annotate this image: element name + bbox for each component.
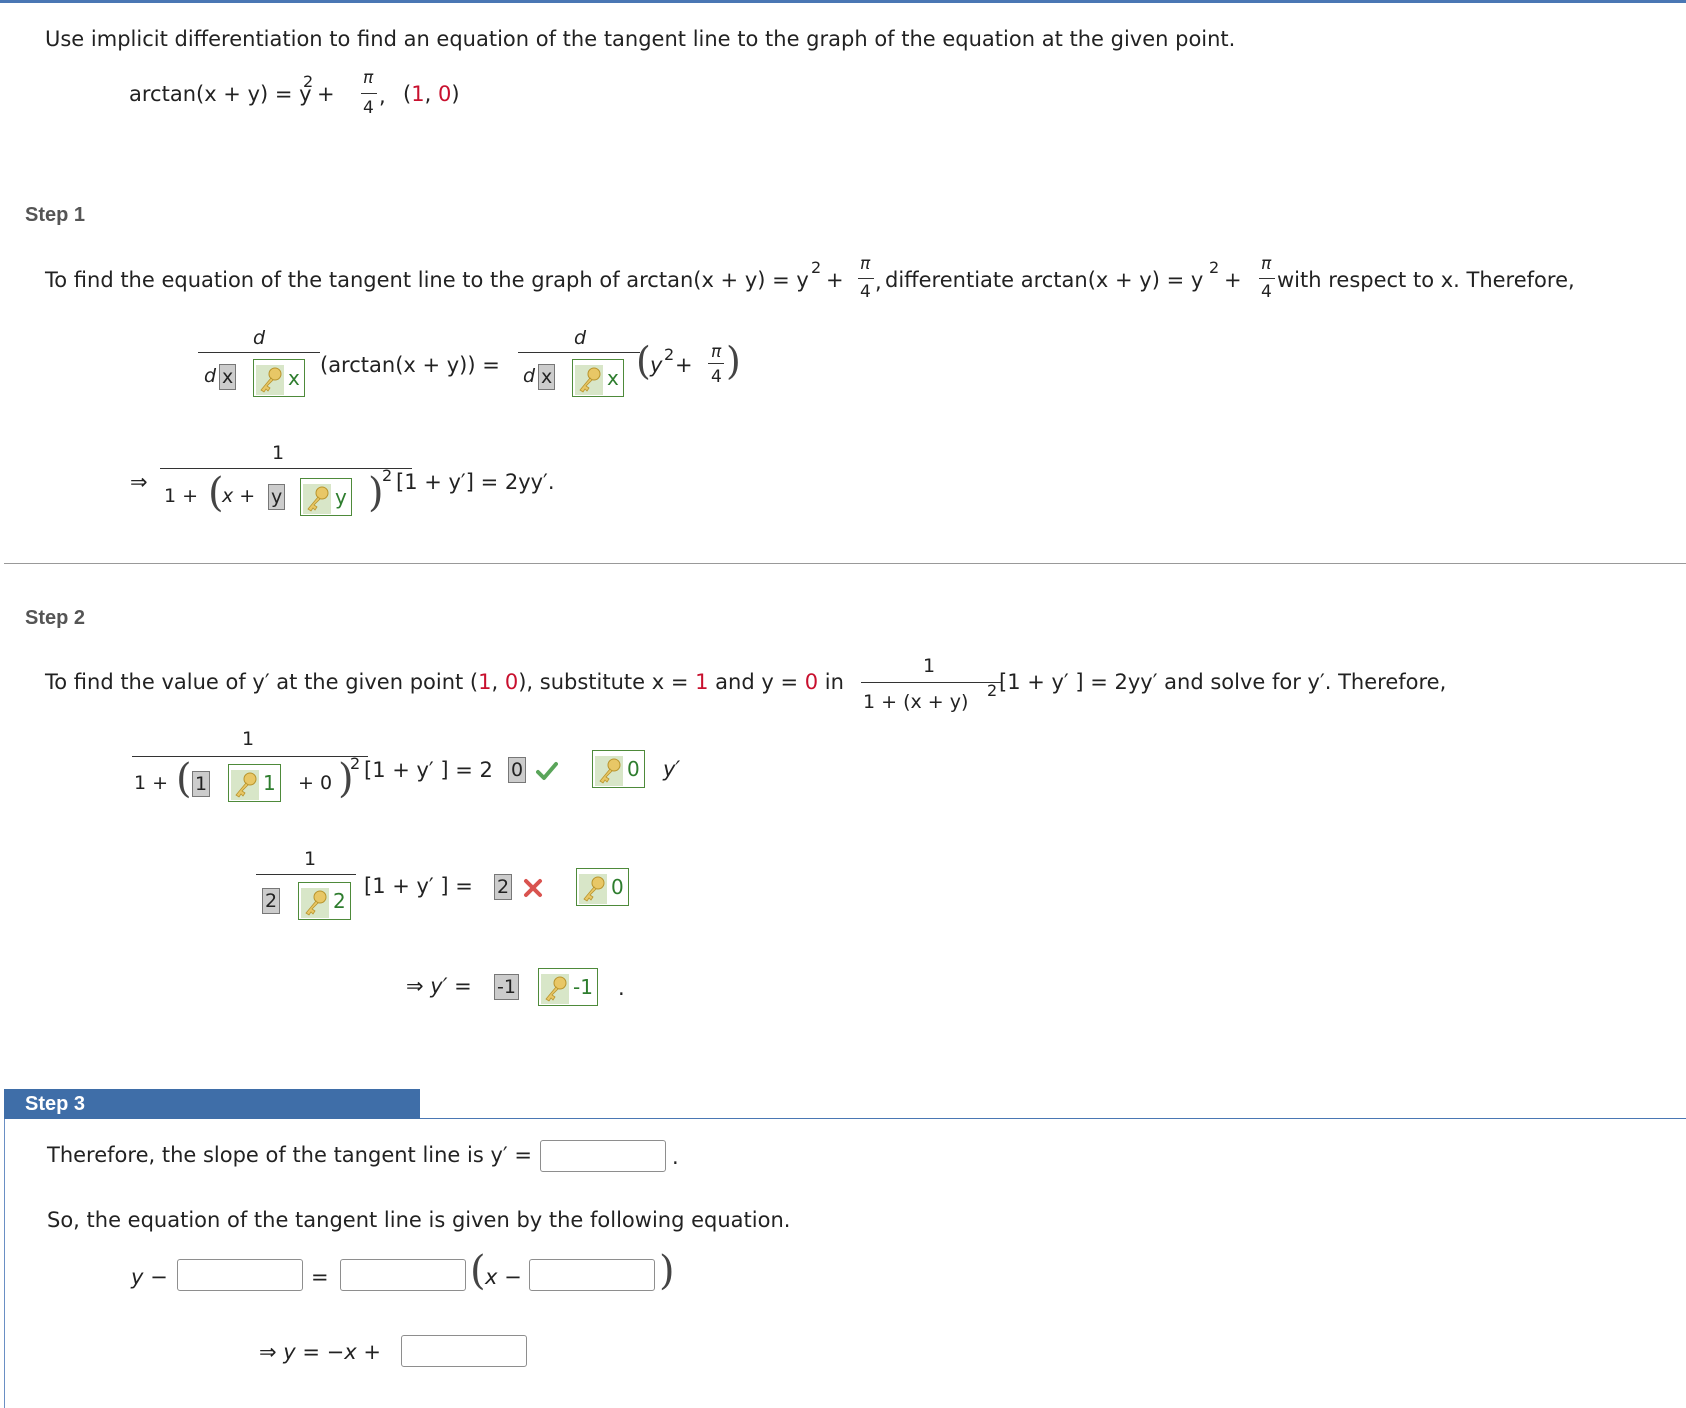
x1-input[interactable] bbox=[529, 1259, 655, 1291]
step2-intro-e: [1 + y′ ] = 2yy′ and solve for y′. There… bbox=[999, 670, 1447, 694]
step2-intro-text: To find the value of y′ at the given poi… bbox=[45, 670, 844, 694]
given-answer-x-2: x bbox=[538, 364, 556, 390]
step2-intro-den: 1 + (x + y) bbox=[863, 691, 969, 713]
final-equation-lhs: ⇒ y = −x + bbox=[259, 1340, 381, 1364]
given-answer-1: 1 bbox=[192, 771, 211, 797]
given-answer-2r: 2 bbox=[494, 874, 513, 900]
key-icon bbox=[256, 364, 284, 395]
instruction-text: Use implicit differentiation to find an … bbox=[45, 27, 1236, 51]
x-minus-label: x − bbox=[485, 1265, 522, 1289]
answer-key-y: y bbox=[300, 478, 352, 516]
equation-lhs: arctan(x + y) = y bbox=[129, 82, 312, 106]
answer-key-x-2: x bbox=[572, 359, 624, 397]
step1-tail: [1 + y′] = 2yy′. bbox=[396, 470, 555, 494]
incorrect-x-icon bbox=[524, 879, 542, 897]
key-icon bbox=[541, 973, 569, 1004]
step3-label: Step 3 bbox=[25, 1093, 86, 1115]
key-icon bbox=[579, 873, 607, 904]
y1-input[interactable] bbox=[177, 1259, 303, 1291]
slope-text: Therefore, the slope of the tangent line… bbox=[47, 1143, 532, 1167]
slope-m-input[interactable] bbox=[340, 1259, 466, 1291]
y-minus-label: y − bbox=[131, 1265, 168, 1289]
step1-intro-a: To find the equation of the tangent line… bbox=[45, 268, 809, 292]
step1-label: Step 1 bbox=[25, 204, 86, 226]
slope-input[interactable] bbox=[540, 1140, 666, 1172]
given-answer-y: y bbox=[268, 484, 286, 510]
equation-four: 4 bbox=[363, 98, 374, 118]
step2-label: Step 2 bbox=[25, 607, 86, 629]
answer-key-1: 1 bbox=[228, 764, 281, 802]
step2-row1: 1 1 + ( 1 1 + 0 ) 2 [1 + y′ ] = 2 0 0 y′ bbox=[132, 728, 681, 802]
key-icon bbox=[301, 887, 329, 918]
correct-check-icon bbox=[536, 762, 558, 780]
given-answer-neg1: -1 bbox=[494, 974, 519, 1000]
divider bbox=[4, 563, 1686, 564]
step1-chain-row: ⇒ 1 1 + ( x + y y ) 2 [1 + y′] = 2yy′. bbox=[130, 442, 555, 516]
step2-row2-tail: [1 + y′ ] = bbox=[364, 874, 473, 898]
key-icon bbox=[575, 364, 603, 395]
given-answer-x: x bbox=[219, 364, 237, 390]
given-answer-2: 2 bbox=[262, 888, 281, 914]
equation-comma: , bbox=[379, 84, 386, 108]
d-numerator: d bbox=[253, 327, 266, 349]
key-icon bbox=[231, 769, 259, 800]
key-icon bbox=[303, 483, 331, 514]
equation-exp: 2 bbox=[303, 72, 314, 91]
point-x: 1 bbox=[411, 82, 425, 106]
intercept-input[interactable] bbox=[401, 1335, 527, 1367]
equation-plus: + bbox=[317, 82, 335, 106]
step1-derivative-row: d d x x (arctan(x + y)) = d d x x ( y 2 … bbox=[198, 325, 758, 405]
arctan-expr: (arctan(x + y)) = bbox=[320, 353, 500, 377]
step2-row3: ⇒ y′ = -1 -1 . bbox=[406, 966, 706, 1016]
answer-key-0b: 0 bbox=[576, 868, 629, 906]
step2-intro: To find the value of y′ at the given poi… bbox=[45, 655, 1447, 713]
step2-row2: 1 2 2 [1 + y′ ] = 2 0 bbox=[256, 846, 656, 926]
implies-arrow: ⇒ bbox=[130, 470, 148, 494]
step3-left-border bbox=[4, 1119, 5, 1408]
point-y: 0 bbox=[437, 82, 452, 106]
step1-intro-b: differentiate arctan(x + y) = y bbox=[885, 268, 1204, 292]
answer-key-x: x bbox=[253, 359, 305, 397]
step2-row1-tail: [1 + y′ ] = 2 bbox=[364, 758, 493, 782]
given-answer-0: 0 bbox=[508, 757, 527, 783]
step3-rule bbox=[420, 1118, 1686, 1119]
step1-intro: To find the equation of the tangent line… bbox=[45, 254, 1575, 302]
top-accent-line bbox=[0, 0, 1686, 3]
step1-intro-c: with respect to x. Therefore, bbox=[1277, 268, 1575, 292]
equation-pi: π bbox=[363, 68, 374, 88]
step3-header: Step 3 bbox=[4, 1089, 420, 1119]
answer-key-neg1: -1 bbox=[538, 968, 598, 1006]
given-point: (1, 0) bbox=[403, 82, 460, 106]
answer-key-2: 2 bbox=[298, 882, 351, 920]
step2-row3-lhs: ⇒ y′ = bbox=[406, 974, 472, 998]
key-icon bbox=[595, 755, 623, 786]
equation-text: So, the equation of the tangent line is … bbox=[47, 1208, 791, 1232]
answer-key-0: 0 bbox=[592, 750, 645, 788]
